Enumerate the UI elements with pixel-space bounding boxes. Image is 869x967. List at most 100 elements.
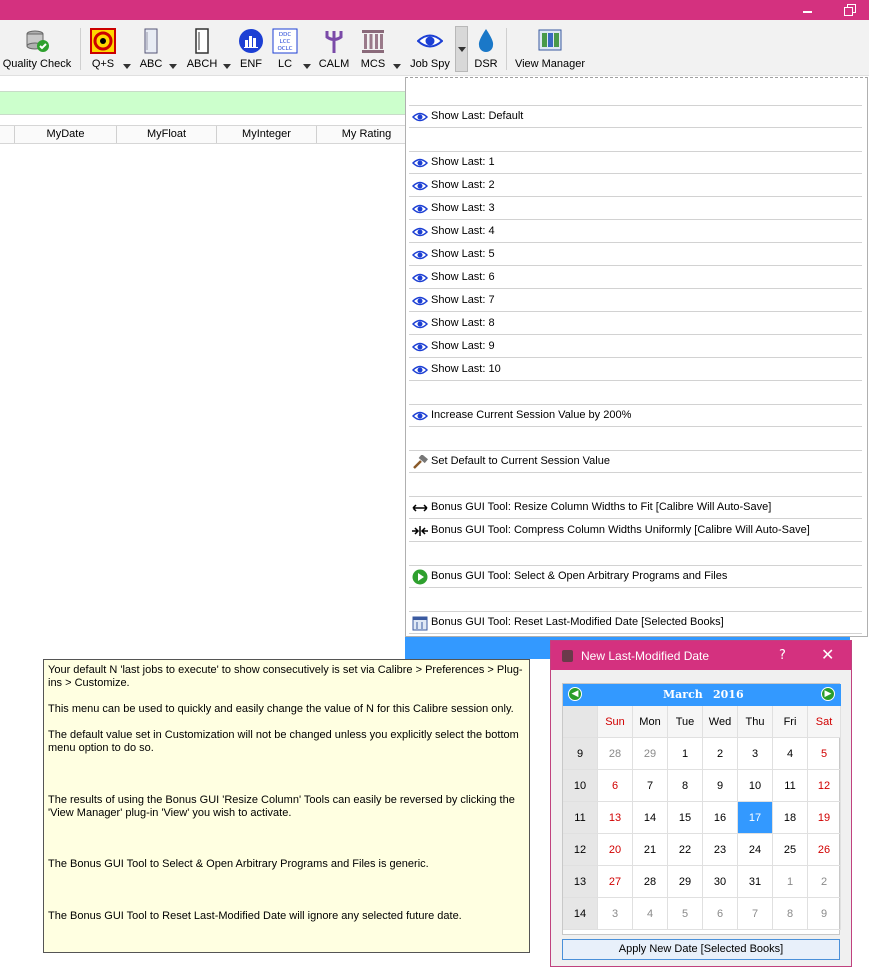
calendar-day[interactable]: 2 bbox=[808, 866, 841, 898]
calendar-day[interactable]: 21 bbox=[633, 834, 668, 866]
week-number: 10 bbox=[563, 770, 598, 802]
menu-item-show-last-default[interactable]: Show Last: Default bbox=[409, 106, 862, 128]
dsr-button[interactable]: DSR bbox=[472, 26, 500, 72]
calendar-day[interactable]: 9 bbox=[808, 898, 841, 930]
menu-item-open-programs[interactable]: Bonus GUI Tool: Select & Open Arbitrary … bbox=[409, 566, 862, 588]
menu-item-show-last-6[interactable]: Show Last: 6 bbox=[409, 267, 862, 289]
column-header-mydate[interactable]: MyDate bbox=[14, 126, 116, 143]
calendar-day[interactable]: 30 bbox=[703, 866, 738, 898]
mcs-dropdown-arrow[interactable] bbox=[393, 64, 401, 69]
q-s-dropdown-arrow[interactable] bbox=[123, 64, 131, 69]
calendar-day[interactable]: 25 bbox=[773, 834, 808, 866]
previous-month-button[interactable]: ◀ bbox=[568, 687, 582, 701]
calendar-day[interactable]: 24 bbox=[738, 834, 773, 866]
job-spy-button[interactable]: Job Spy bbox=[408, 26, 452, 72]
quality-check-button[interactable]: Quality Check bbox=[0, 26, 74, 72]
apply-new-date-button[interactable]: Apply New Date [Selected Books] bbox=[562, 939, 840, 960]
calendar-day[interactable]: 7 bbox=[738, 898, 773, 930]
menu-item-reset-date[interactable]: Bonus GUI Tool: Reset Last-Modified Date… bbox=[409, 612, 862, 634]
calendar-day[interactable]: 29 bbox=[633, 738, 668, 770]
eye-icon bbox=[412, 158, 428, 168]
calendar-day[interactable]: 9 bbox=[703, 770, 738, 802]
quality-check-label: Quality Check bbox=[2, 58, 72, 70]
calendar-day[interactable]: 27 bbox=[598, 866, 633, 898]
calendar-day[interactable]: 10 bbox=[738, 770, 773, 802]
calendar-day[interactable]: 4 bbox=[773, 738, 808, 770]
q-s-button[interactable]: Q+S bbox=[86, 26, 120, 72]
calendar-month[interactable]: March bbox=[663, 688, 703, 701]
close-button[interactable]: ✕ bbox=[821, 645, 834, 664]
menu-item-show-last-1[interactable]: Show Last: 1 bbox=[409, 152, 862, 174]
calendar-day[interactable]: 2 bbox=[703, 738, 738, 770]
menu-item-show-last-5[interactable]: Show Last: 5 bbox=[409, 244, 862, 266]
column-header-my-rating[interactable]: My Rating bbox=[316, 126, 416, 143]
job-spy-label: Job Spy bbox=[410, 58, 450, 70]
calendar-day[interactable]: 3 bbox=[738, 738, 773, 770]
calendar-day[interactable]: 16 bbox=[703, 802, 738, 834]
menu-item-show-last-9[interactable]: Show Last: 9 bbox=[409, 336, 862, 358]
calendar-year[interactable]: 2016 bbox=[713, 688, 744, 701]
columns-temple-icon bbox=[362, 30, 384, 53]
calendar-day[interactable]: 14 bbox=[633, 802, 668, 834]
abc-button[interactable]: ABC bbox=[136, 26, 166, 72]
calendar-day[interactable]: 17 bbox=[738, 802, 773, 834]
calendar-day[interactable]: 28 bbox=[633, 866, 668, 898]
calendar-day[interactable]: 6 bbox=[703, 898, 738, 930]
calendar-day[interactable]: 5 bbox=[668, 898, 703, 930]
calendar-day[interactable]: 3 bbox=[598, 898, 633, 930]
eye-icon bbox=[412, 273, 428, 283]
menu-item-label: Show Last: 6 bbox=[431, 271, 495, 283]
calendar-day[interactable]: 7 bbox=[633, 770, 668, 802]
calendar-day[interactable]: 19 bbox=[808, 802, 841, 834]
calm-button[interactable]: CALM bbox=[318, 26, 350, 72]
toolbar: Quality Check Q+S ABC ABCH ENF DDC LCC O… bbox=[0, 20, 869, 76]
calendar-day[interactable]: 1 bbox=[668, 738, 703, 770]
calendar-day[interactable]: 23 bbox=[703, 834, 738, 866]
column-header-myinteger[interactable]: MyInteger bbox=[216, 126, 316, 143]
calendar-day[interactable]: 20 bbox=[598, 834, 633, 866]
help-button[interactable]: ? bbox=[779, 648, 786, 663]
calendar-day[interactable]: 1 bbox=[773, 866, 808, 898]
calendar-day[interactable]: 8 bbox=[773, 898, 808, 930]
menu-item-set-default[interactable]: Set Default to Current Session Value bbox=[409, 451, 862, 473]
calendar-day[interactable]: 5 bbox=[808, 738, 841, 770]
view-manager-label: View Manager bbox=[514, 58, 586, 70]
view-manager-button[interactable]: View Manager bbox=[512, 26, 588, 72]
menu-item-show-last-7[interactable]: Show Last: 7 bbox=[409, 290, 862, 312]
menu-item-show-last-3[interactable]: Show Last: 3 bbox=[409, 198, 862, 220]
column-header-myfloat[interactable]: MyFloat bbox=[116, 126, 216, 143]
calendar-day[interactable]: 31 bbox=[738, 866, 773, 898]
menu-item-resize-columns[interactable]: Bonus GUI Tool: Resize Column Widths to … bbox=[409, 497, 862, 519]
calendar-day[interactable]: 4 bbox=[633, 898, 668, 930]
menu-item-show-last-4[interactable]: Show Last: 4 bbox=[409, 221, 862, 243]
calendar-day[interactable]: 22 bbox=[668, 834, 703, 866]
abch-dropdown-arrow[interactable] bbox=[223, 64, 231, 69]
calendar-day[interactable]: 15 bbox=[668, 802, 703, 834]
calendar-day[interactable]: 12 bbox=[808, 770, 841, 802]
abc-dropdown-arrow[interactable] bbox=[169, 64, 177, 69]
mcs-button[interactable]: MCS bbox=[356, 26, 390, 72]
restore-button[interactable] bbox=[842, 2, 858, 16]
job-spy-dropdown-button[interactable] bbox=[455, 26, 468, 72]
lc-dropdown-arrow[interactable] bbox=[303, 64, 311, 69]
calendar-day[interactable]: 13 bbox=[598, 802, 633, 834]
calendar-day[interactable]: 11 bbox=[773, 770, 808, 802]
abch-button[interactable]: ABCH bbox=[184, 26, 220, 72]
next-month-button[interactable]: ▶ bbox=[821, 687, 835, 701]
menu-item-show-last-8[interactable]: Show Last: 8 bbox=[409, 313, 862, 335]
lc-button[interactable]: DDC LCC OCLC LC bbox=[270, 26, 300, 72]
menu-item-show-last-10[interactable]: Show Last: 10 bbox=[409, 359, 862, 381]
menu-item-compress-columns[interactable]: Bonus GUI Tool: Compress Column Widths U… bbox=[409, 520, 862, 542]
menu-item-show-last-2[interactable]: Show Last: 2 bbox=[409, 175, 862, 197]
calendar-day[interactable]: 29 bbox=[668, 866, 703, 898]
enf-button[interactable]: ENF bbox=[236, 26, 266, 72]
calendar-day[interactable]: 8 bbox=[668, 770, 703, 802]
tooltip-paragraph: The default value set in Customization w… bbox=[48, 729, 519, 754]
menu-item-increase-session-value[interactable]: Increase Current Session Value by 200% bbox=[409, 405, 862, 427]
calendar-day[interactable]: 28 bbox=[598, 738, 633, 770]
week-number: 11 bbox=[563, 802, 598, 834]
minimize-button[interactable] bbox=[800, 2, 816, 16]
calendar-day[interactable]: 18 bbox=[773, 802, 808, 834]
calendar-day[interactable]: 26 bbox=[808, 834, 841, 866]
calendar-day[interactable]: 6 bbox=[598, 770, 633, 802]
